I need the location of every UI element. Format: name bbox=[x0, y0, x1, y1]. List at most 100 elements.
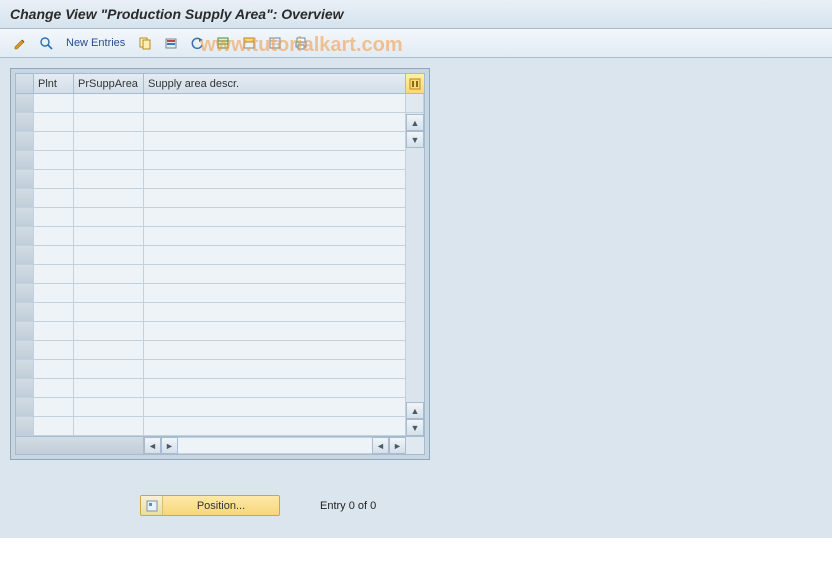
row-selector[interactable] bbox=[16, 360, 34, 378]
row-selector[interactable] bbox=[16, 113, 34, 131]
cell-plnt[interactable] bbox=[34, 246, 74, 264]
cell-plnt[interactable] bbox=[34, 341, 74, 359]
row-selector[interactable] bbox=[16, 303, 34, 321]
cell-prsupparea[interactable] bbox=[74, 189, 144, 207]
cell-plnt[interactable] bbox=[34, 94, 74, 112]
row-selector[interactable] bbox=[16, 379, 34, 397]
cell-descr[interactable] bbox=[144, 341, 406, 359]
cell-prsupparea[interactable] bbox=[74, 113, 144, 131]
cell-descr[interactable] bbox=[144, 208, 406, 226]
vscroll-down-icon[interactable]: ▼ bbox=[406, 419, 424, 436]
print-config-icon[interactable] bbox=[291, 33, 311, 53]
cell-prsupparea[interactable] bbox=[74, 322, 144, 340]
row-selector[interactable] bbox=[16, 284, 34, 302]
cell-plnt[interactable] bbox=[34, 398, 74, 416]
cell-descr[interactable] bbox=[144, 322, 406, 340]
delete-icon[interactable] bbox=[161, 33, 181, 53]
new-entries-button[interactable]: New Entries bbox=[62, 35, 129, 51]
row-selector[interactable] bbox=[16, 398, 34, 416]
cell-prsupparea[interactable] bbox=[74, 208, 144, 226]
cell-plnt[interactable] bbox=[34, 227, 74, 245]
cell-prsupparea[interactable] bbox=[74, 132, 144, 150]
row-selector[interactable] bbox=[16, 227, 34, 245]
cell-prsupparea[interactable] bbox=[74, 265, 144, 283]
table-row bbox=[16, 132, 424, 151]
cell-plnt[interactable] bbox=[34, 151, 74, 169]
cell-plnt[interactable] bbox=[34, 132, 74, 150]
cell-plnt[interactable] bbox=[34, 189, 74, 207]
row-selector[interactable] bbox=[16, 189, 34, 207]
cell-descr[interactable] bbox=[144, 360, 406, 378]
deselect-all-icon[interactable] bbox=[265, 33, 285, 53]
cell-prsupparea[interactable] bbox=[74, 227, 144, 245]
vscroll-track[interactable] bbox=[406, 148, 424, 402]
row-selector[interactable] bbox=[16, 246, 34, 264]
select-all-icon[interactable] bbox=[213, 33, 233, 53]
vscroll-up-icon[interactable]: ▲ bbox=[406, 114, 424, 131]
cell-plnt[interactable] bbox=[34, 360, 74, 378]
cell-descr[interactable] bbox=[144, 132, 406, 150]
cell-prsupparea[interactable] bbox=[74, 341, 144, 359]
copy-as-icon[interactable] bbox=[135, 33, 155, 53]
select-block-icon[interactable] bbox=[239, 33, 259, 53]
hscroll-left-icon[interactable]: ◄ bbox=[144, 437, 161, 454]
cell-descr[interactable] bbox=[144, 265, 406, 283]
row-selector[interactable] bbox=[16, 208, 34, 226]
cell-prsupparea[interactable] bbox=[74, 398, 144, 416]
cell-descr[interactable] bbox=[144, 151, 406, 169]
cell-prsupparea[interactable] bbox=[74, 284, 144, 302]
table-settings-icon[interactable] bbox=[406, 74, 424, 93]
row-selector[interactable] bbox=[16, 132, 34, 150]
toggle-display-change-icon[interactable] bbox=[10, 33, 30, 53]
cell-descr[interactable] bbox=[144, 417, 406, 435]
cell-descr[interactable] bbox=[144, 284, 406, 302]
cell-prsupparea[interactable] bbox=[74, 303, 144, 321]
column-header-prsupparea[interactable]: PrSuppArea bbox=[74, 74, 144, 93]
row-selector[interactable] bbox=[16, 417, 34, 435]
cell-prsupparea[interactable] bbox=[74, 170, 144, 188]
position-button[interactable]: Position... bbox=[140, 495, 280, 516]
details-icon[interactable] bbox=[36, 33, 56, 53]
hscroll-track[interactable] bbox=[178, 437, 372, 454]
cell-plnt[interactable] bbox=[34, 265, 74, 283]
cell-descr[interactable] bbox=[144, 246, 406, 264]
row-selector[interactable] bbox=[16, 322, 34, 340]
cell-descr[interactable] bbox=[144, 94, 406, 112]
row-selector[interactable] bbox=[16, 151, 34, 169]
cell-descr[interactable] bbox=[144, 303, 406, 321]
hscroll-left-step-icon[interactable]: ◄ bbox=[372, 437, 389, 454]
vscroll-up-step-icon[interactable]: ▲ bbox=[406, 402, 424, 419]
cell-plnt[interactable] bbox=[34, 170, 74, 188]
row-selector[interactable] bbox=[16, 265, 34, 283]
cell-plnt[interactable] bbox=[34, 379, 74, 397]
cell-descr[interactable] bbox=[144, 113, 406, 131]
cell-prsupparea[interactable] bbox=[74, 360, 144, 378]
row-selector[interactable] bbox=[16, 170, 34, 188]
cell-plnt[interactable] bbox=[34, 113, 74, 131]
cell-descr[interactable] bbox=[144, 379, 406, 397]
column-header-descr[interactable]: Supply area descr. bbox=[144, 74, 406, 93]
table-row bbox=[16, 246, 424, 265]
hscroll-right-step-icon[interactable]: ► bbox=[161, 437, 178, 454]
cell-prsupparea[interactable] bbox=[74, 151, 144, 169]
column-header-selector[interactable] bbox=[16, 74, 34, 93]
cell-prsupparea[interactable] bbox=[74, 379, 144, 397]
vscroll-down-step-icon[interactable]: ▼ bbox=[406, 131, 424, 148]
cell-prsupparea[interactable] bbox=[74, 246, 144, 264]
cell-descr[interactable] bbox=[144, 170, 406, 188]
undo-change-icon[interactable] bbox=[187, 33, 207, 53]
cell-descr[interactable] bbox=[144, 398, 406, 416]
cell-plnt[interactable] bbox=[34, 284, 74, 302]
cell-descr[interactable] bbox=[144, 227, 406, 245]
row-selector[interactable] bbox=[16, 94, 34, 112]
row-selector[interactable] bbox=[16, 341, 34, 359]
cell-plnt[interactable] bbox=[34, 303, 74, 321]
hscroll-right-icon[interactable]: ► bbox=[389, 437, 406, 454]
cell-plnt[interactable] bbox=[34, 322, 74, 340]
cell-prsupparea[interactable] bbox=[74, 94, 144, 112]
column-header-plnt[interactable]: Plnt bbox=[34, 74, 74, 93]
cell-descr[interactable] bbox=[144, 189, 406, 207]
cell-plnt[interactable] bbox=[34, 417, 74, 435]
cell-prsupparea[interactable] bbox=[74, 417, 144, 435]
cell-plnt[interactable] bbox=[34, 208, 74, 226]
